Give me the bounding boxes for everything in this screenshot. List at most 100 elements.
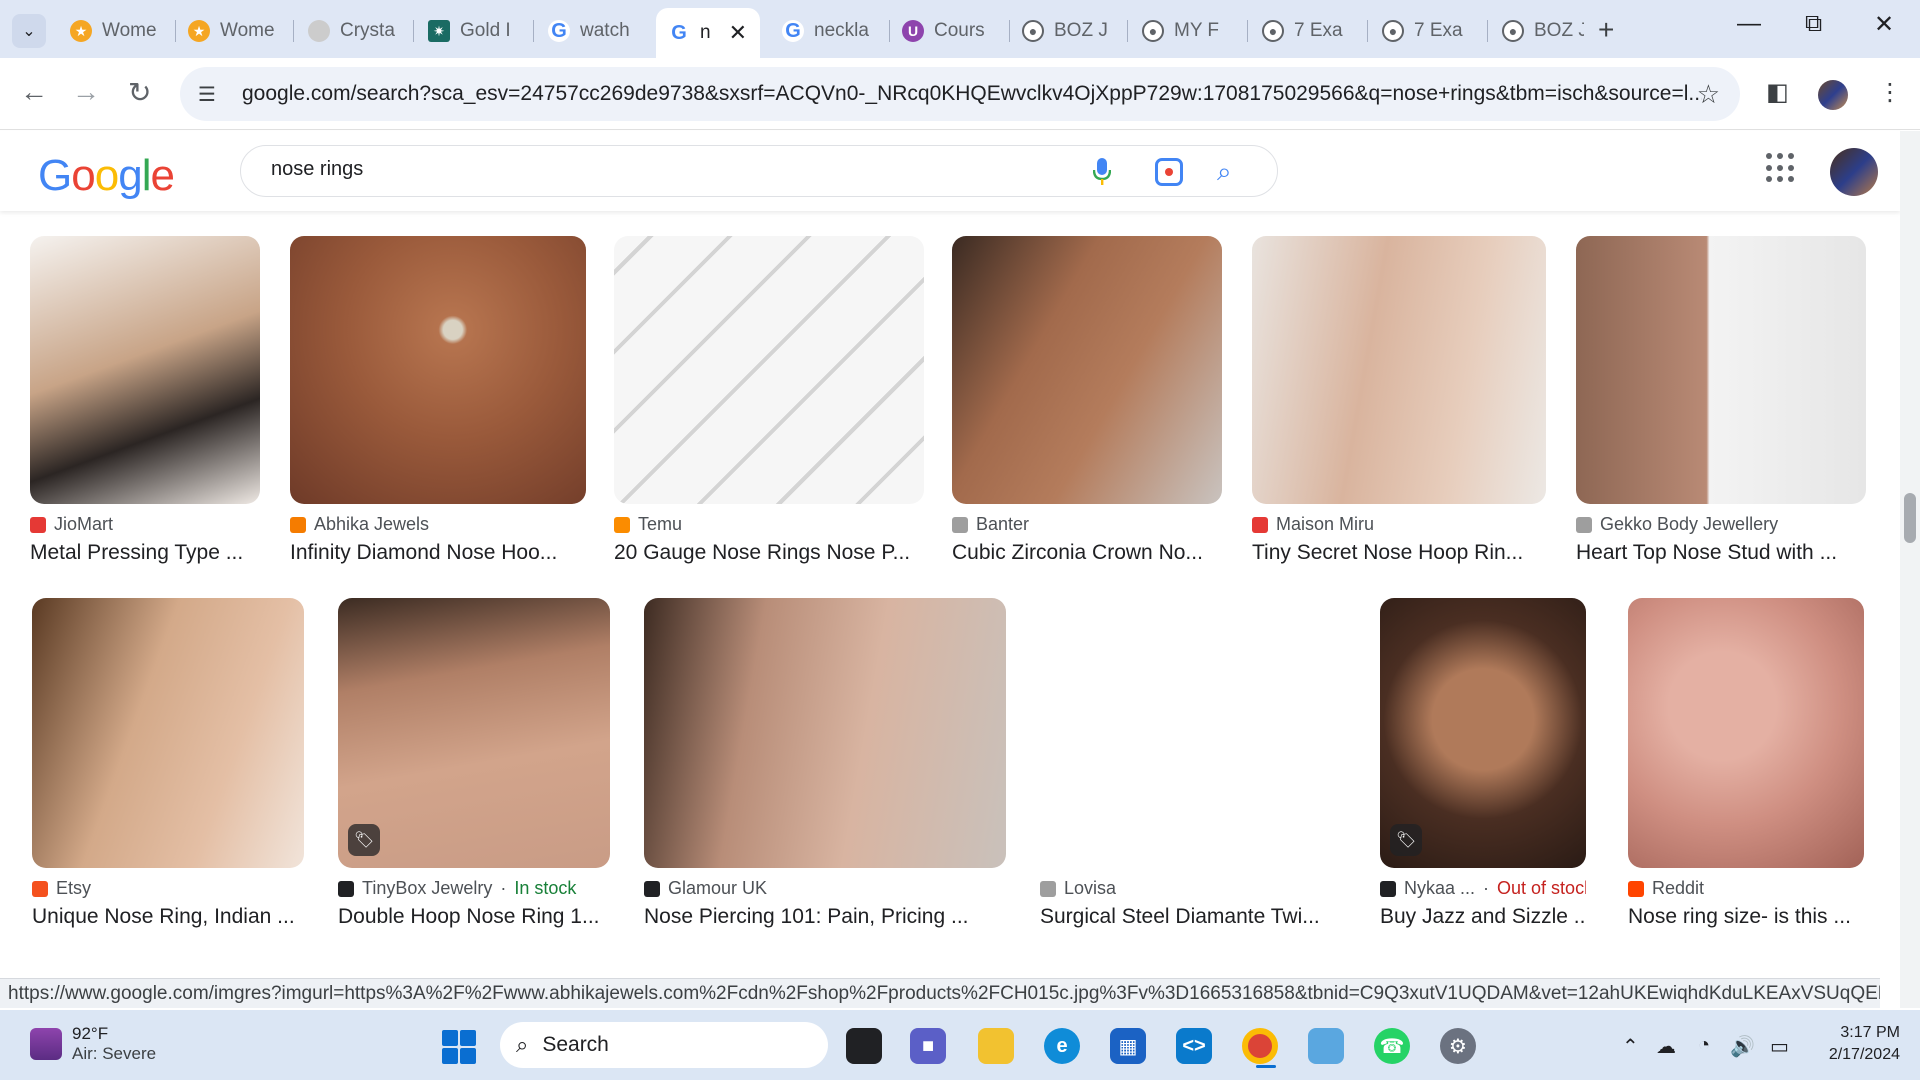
browser-tab[interactable]: ● MY F [1130, 10, 1246, 52]
google-lens-icon[interactable] [1155, 158, 1183, 186]
browser-tab[interactable]: Crysta [296, 10, 412, 52]
image-result-card[interactable]: 🏷 Nykaa ... · Out of stock Buy Jazz and Sizz… [1380, 598, 1586, 929]
image-result-card[interactable]: 🏷 TinyBox Jewelry · In stock Double Hoop Nos… [338, 598, 610, 929]
image-result-card[interactable]: Abhika Jewels Infinity Diamond Nose Hoo..… [290, 236, 586, 565]
result-thumbnail[interactable] [952, 236, 1222, 504]
battery-icon[interactable]: ▭ [1770, 1034, 1789, 1059]
browser-tab[interactable]: Gn ✕ [656, 8, 760, 58]
result-thumbnail[interactable] [644, 598, 1006, 868]
result-thumbnail[interactable]: 🏷 [338, 598, 610, 868]
result-title[interactable]: Infinity Diamond Nose Hoo... [290, 541, 586, 565]
page-scrollbar[interactable] [1900, 131, 1920, 1008]
google-account-avatar[interactable] [1830, 148, 1878, 196]
system-clock[interactable]: 3:17 PM 2/17/2024 [1820, 1022, 1900, 1066]
result-title[interactable]: Nose ring size- is this ... [1628, 905, 1864, 929]
chrome-browser-icon[interactable] [1242, 1028, 1278, 1068]
vscode-icon[interactable]: <> [1176, 1028, 1212, 1064]
result-title[interactable]: 20 Gauge Nose Rings Nose P... [614, 541, 924, 565]
search-icon[interactable]: ⌕ [1217, 156, 1232, 188]
browser-tab[interactable]: U Cours [890, 10, 1008, 52]
chrome-menu-icon[interactable]: ⋮ [1878, 78, 1902, 107]
result-source[interactable]: TinyBox Jewelry · In stock [338, 878, 610, 899]
browser-tab[interactable]: ● BOZ J [1490, 10, 1596, 52]
result-thumbnail[interactable]: 🏷 [1380, 598, 1586, 868]
back-arrow-icon[interactable]: ← [20, 76, 48, 108]
image-result-card[interactable]: Maison Miru Tiny Secret Nose Hoop Rin... [1252, 236, 1546, 565]
restore-icon[interactable]: ⧉ [1805, 10, 1822, 38]
new-tab-button[interactable]: + [1598, 14, 1614, 46]
image-result-card[interactable]: JioMart Metal Pressing Type ... [30, 236, 260, 565]
result-thumbnail[interactable] [1040, 598, 1340, 868]
result-thumbnail[interactable] [30, 236, 260, 504]
result-source[interactable]: Lovisa [1040, 878, 1340, 899]
address-url[interactable]: google.com/search?sca_esv=24757cc269de97… [242, 82, 1702, 106]
image-result-card[interactable]: Gekko Body Jewellery Heart Top Nose Stud … [1576, 236, 1866, 565]
result-source[interactable]: Abhika Jewels [290, 514, 586, 535]
result-source[interactable]: Gekko Body Jewellery [1576, 514, 1866, 535]
result-source[interactable]: JioMart [30, 514, 260, 535]
result-thumbnail[interactable] [614, 236, 924, 504]
result-title[interactable]: Cubic Zirconia Crown No... [952, 541, 1222, 565]
browser-tab[interactable]: ✷ Gold I [416, 10, 532, 52]
site-settings-icon[interactable]: ☰ [198, 82, 224, 107]
result-thumbnail[interactable] [1628, 598, 1864, 868]
weather-widget[interactable]: 92°F Air: Severe [30, 1024, 156, 1064]
result-source[interactable]: Reddit [1628, 878, 1864, 899]
taskbar-search[interactable]: ⌕ Search [500, 1022, 828, 1068]
browser-tab[interactable]: ★ Wome [58, 10, 174, 52]
minimize-icon[interactable]: — [1737, 10, 1761, 38]
scrollbar-thumb[interactable] [1904, 493, 1916, 543]
result-source[interactable]: Etsy [32, 878, 304, 899]
settings-gear-icon[interactable]: ⚙ [1440, 1028, 1476, 1064]
browser-tab[interactable]: ● 7 Exa [1250, 10, 1366, 52]
image-result-card[interactable]: Banter Cubic Zirconia Crown No... [952, 236, 1222, 565]
result-thumbnail[interactable] [1252, 236, 1546, 504]
result-title[interactable]: Heart Top Nose Stud with ... [1576, 541, 1866, 565]
tab-search-button[interactable]: ⌄ [12, 14, 46, 48]
chevron-up-icon[interactable]: ⌃ [1622, 1034, 1639, 1059]
side-panel-icon[interactable]: ◧ [1766, 78, 1789, 107]
close-window-icon[interactable]: ✕ [1874, 10, 1894, 39]
image-result-card[interactable]: Lovisa Surgical Steel Diamante Twi... [1040, 598, 1340, 929]
wifi-icon[interactable]: ◔ [1698, 1034, 1710, 1057]
cloud-icon[interactable]: ☁ [1656, 1034, 1676, 1059]
result-title[interactable]: Unique Nose Ring, Indian ... [32, 905, 304, 929]
result-title[interactable]: Metal Pressing Type ... [30, 541, 260, 565]
image-result-card[interactable]: Reddit Nose ring size- is this ... [1628, 598, 1864, 929]
browser-tab[interactable]: Gneckla [770, 10, 888, 52]
close-tab-icon[interactable]: ✕ [729, 20, 747, 46]
task-view-icon[interactable] [846, 1028, 882, 1064]
microphone-icon[interactable] [1092, 158, 1112, 193]
browser-tab[interactable]: ● BOZ J [1010, 10, 1126, 52]
result-title[interactable]: Buy Jazz and Sizzle ... [1380, 905, 1586, 929]
result-source[interactable]: Maison Miru [1252, 514, 1546, 535]
photos-app-icon[interactable] [1308, 1028, 1344, 1064]
image-result-card[interactable]: Temu 20 Gauge Nose Rings Nose P... [614, 236, 924, 565]
whatsapp-icon[interactable]: ☎ [1374, 1028, 1410, 1064]
browser-profile-avatar[interactable] [1818, 80, 1848, 110]
result-source[interactable]: Banter [952, 514, 1222, 535]
google-apps-icon[interactable] [1766, 153, 1796, 183]
result-title[interactable]: Tiny Secret Nose Hoop Rin... [1252, 541, 1546, 565]
image-result-card[interactable]: Etsy Unique Nose Ring, Indian ... [32, 598, 304, 929]
edge-browser-icon[interactable]: e [1044, 1028, 1080, 1064]
file-explorer-icon[interactable] [978, 1028, 1014, 1064]
reload-icon[interactable]: ↻ [128, 76, 151, 109]
search-input[interactable] [271, 158, 971, 181]
result-thumbnail[interactable] [32, 598, 304, 868]
browser-tab[interactable]: ★ Wome [176, 10, 292, 52]
browser-tab[interactable]: ● 7 Exa [1370, 10, 1486, 52]
teams-chat-icon[interactable]: ■ [910, 1028, 946, 1064]
result-title[interactable]: Nose Piercing 101: Pain, Pricing ... [644, 905, 1006, 929]
result-title[interactable]: Double Hoop Nose Ring 1... [338, 905, 610, 929]
bookmark-star-icon[interactable]: ☆ [1697, 79, 1720, 110]
result-thumbnail[interactable] [1576, 236, 1866, 504]
result-source[interactable]: Temu [614, 514, 924, 535]
forward-arrow-icon[interactable]: → [72, 76, 100, 108]
microsoft-store-icon[interactable]: ▦ [1110, 1028, 1146, 1064]
windows-start-icon[interactable] [442, 1030, 476, 1064]
google-logo[interactable]: Google [38, 151, 175, 201]
image-result-card[interactable]: Glamour UK Nose Piercing 101: Pain, Prici… [644, 598, 1006, 929]
volume-icon[interactable]: 🔊 [1730, 1034, 1755, 1059]
result-source[interactable]: Nykaa ... · Out of stock [1380, 878, 1586, 899]
